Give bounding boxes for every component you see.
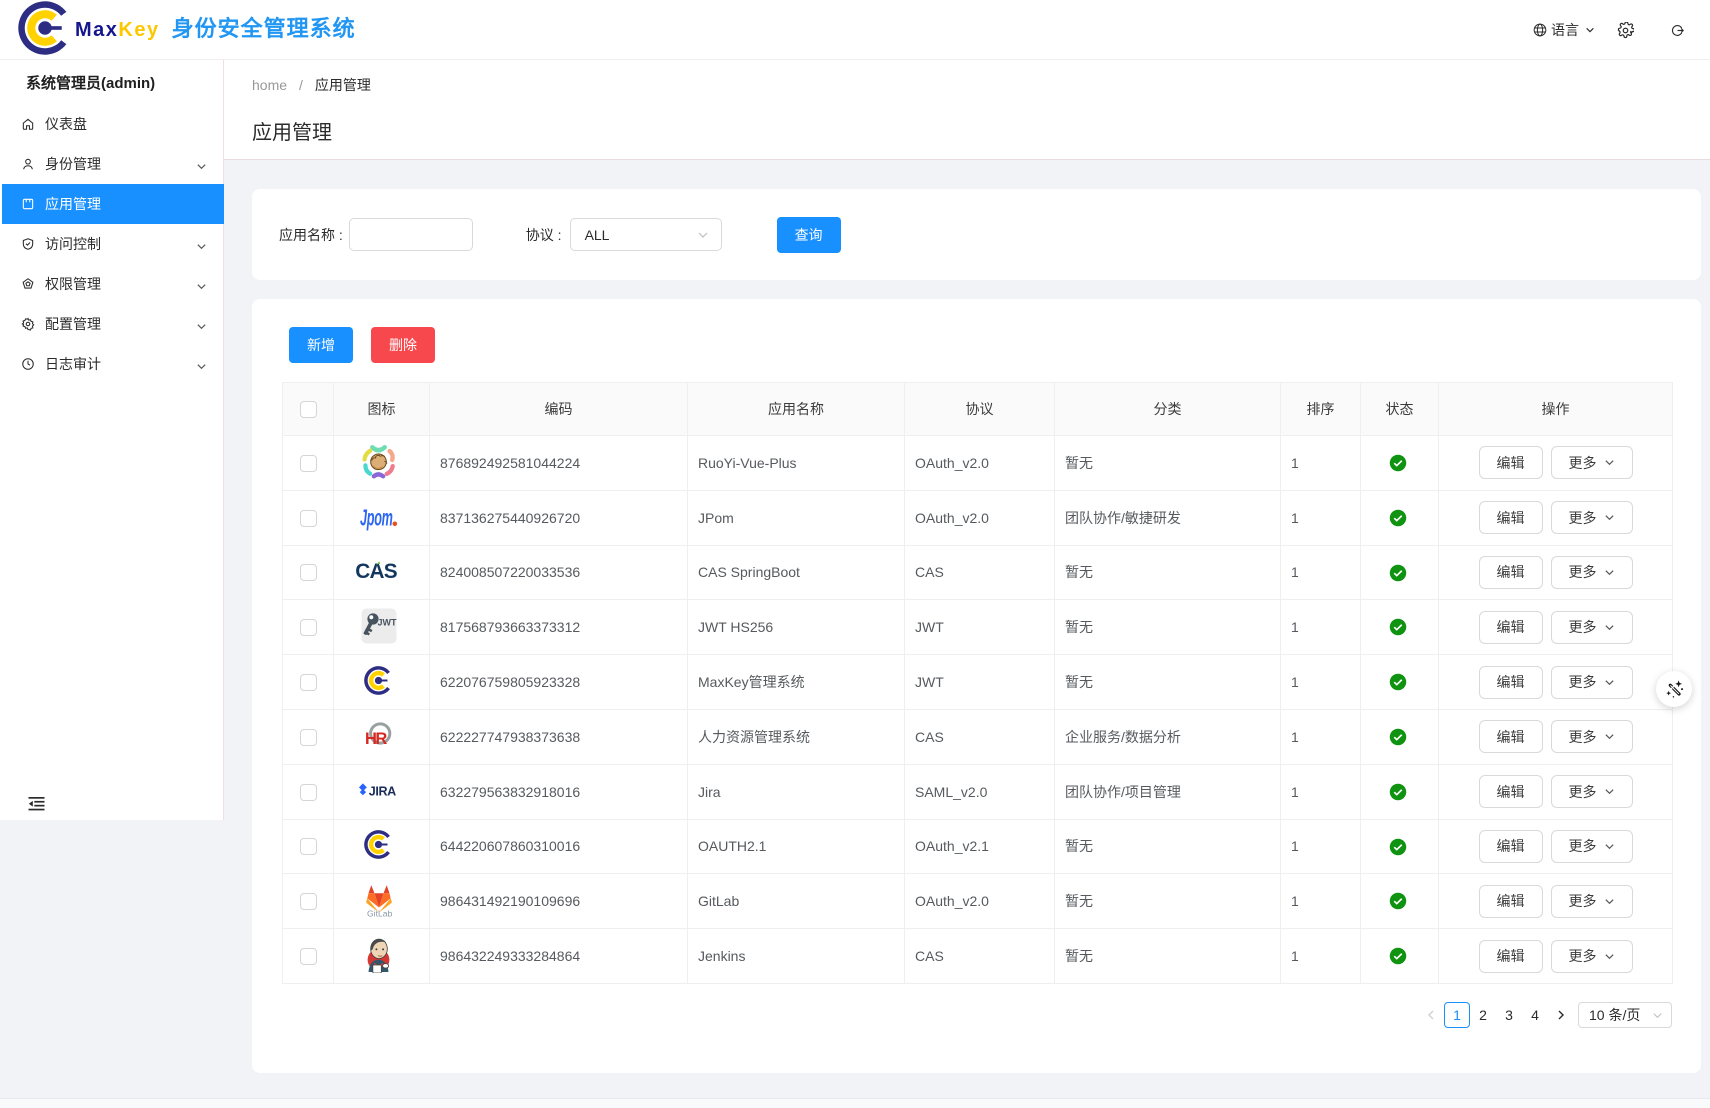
svg-text:CAS: CAS — [355, 560, 397, 583]
svg-text:Jpom: Jpom — [360, 504, 393, 530]
svg-text:GitLab: GitLab — [367, 908, 393, 917]
svg-text:JWT: JWT — [377, 617, 397, 627]
svg-text:JIRA: JIRA — [368, 784, 395, 798]
svg-text:HR: HR — [365, 730, 387, 748]
